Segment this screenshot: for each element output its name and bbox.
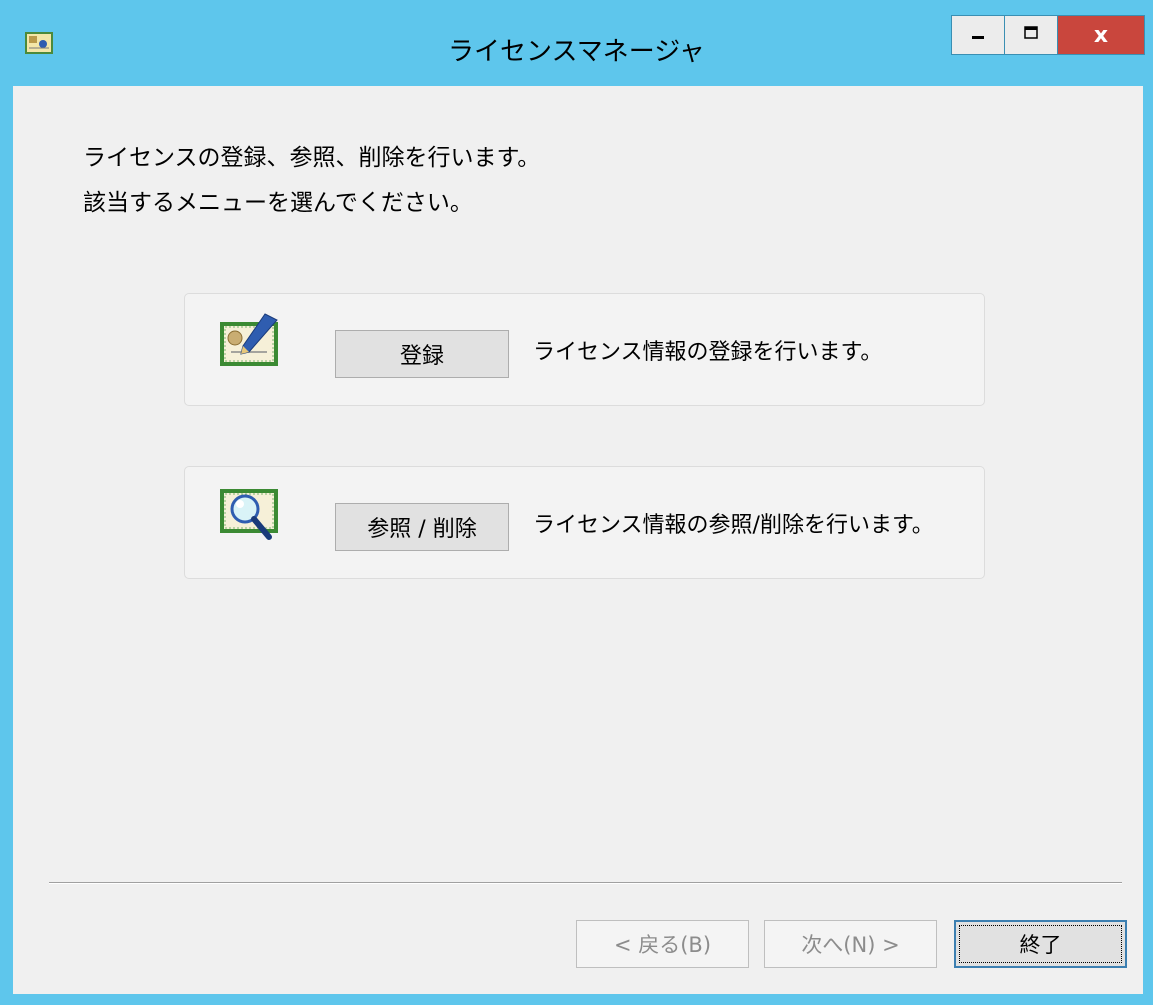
intro-text-line1: ライセンスの登録、参照、削除を行います。 xyxy=(83,145,541,171)
maximize-button[interactable] xyxy=(1005,15,1058,55)
close-button[interactable]: x xyxy=(1058,15,1145,55)
view-delete-button[interactable]: 参照 / 削除 xyxy=(335,503,509,551)
minimize-button[interactable] xyxy=(951,15,1005,55)
back-button[interactable]: < 戻る(B) xyxy=(576,920,749,968)
title-bar[interactable]: ライセンスマネージャ x xyxy=(0,0,1153,86)
maximize-icon xyxy=(1023,25,1039,45)
dialog-client-area: ライセンスの登録、参照、削除を行います。 該当するメニューを選んでください。 登… xyxy=(13,86,1143,994)
intro-text-line2: 該当するメニューを選んでください。 xyxy=(83,190,473,216)
certificate-edit-icon xyxy=(219,310,283,376)
license-manager-window: ライセンスマネージャ x ライセンスの登録、参照、削除を行います。 該当するメニ… xyxy=(0,0,1153,1005)
register-description: ライセンス情報の登録を行います。 xyxy=(533,340,883,365)
close-icon: x xyxy=(1093,22,1109,48)
focus-rectangle xyxy=(959,925,1122,963)
finish-button[interactable]: 終了 xyxy=(954,920,1127,968)
minimize-icon xyxy=(970,25,986,45)
next-button[interactable]: 次へ(N) > xyxy=(764,920,937,968)
view-delete-description: ライセンス情報の参照/削除を行います。 xyxy=(533,513,934,538)
register-button[interactable]: 登録 xyxy=(335,330,509,378)
view-delete-option-panel: 参照 / 削除 ライセンス情報の参照/削除を行います。 xyxy=(184,466,985,579)
register-option-panel: 登録 ライセンス情報の登録を行います。 xyxy=(184,293,985,406)
footer-divider xyxy=(49,882,1122,884)
certificate-search-icon xyxy=(219,483,283,549)
